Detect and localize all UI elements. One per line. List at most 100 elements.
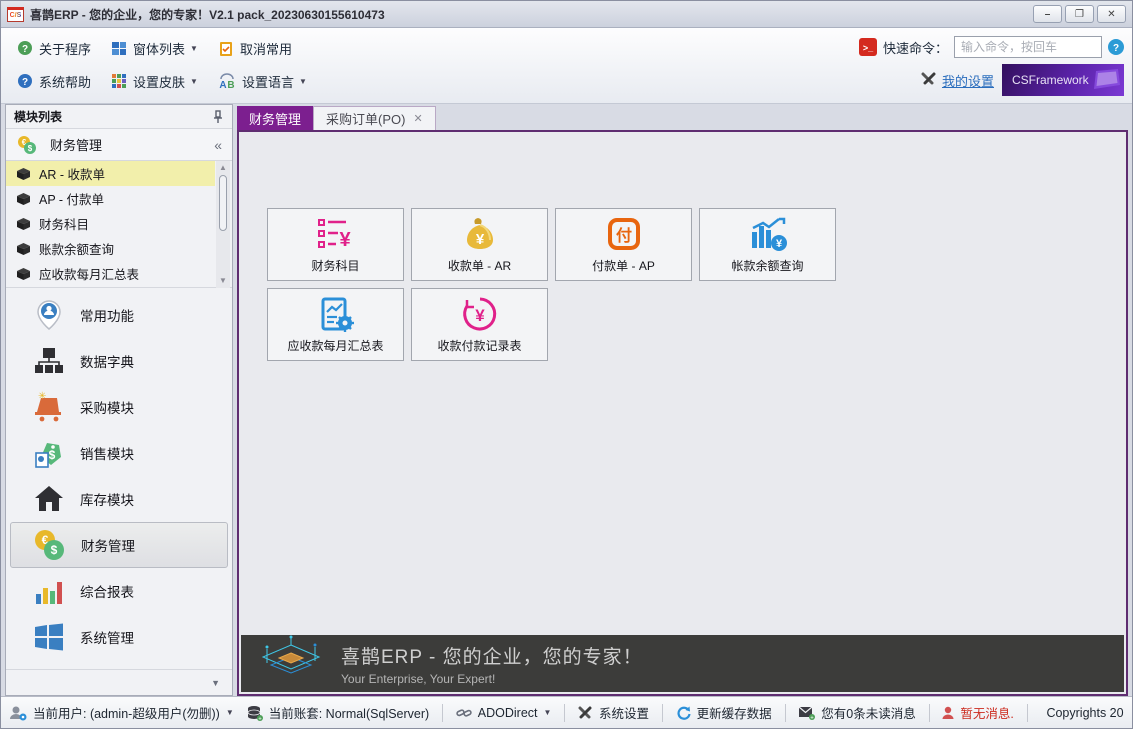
unread-messages[interactable]: + 您有0条未读消息 xyxy=(798,703,915,722)
my-settings-link[interactable]: 我的设置 xyxy=(921,71,994,90)
window-title: 喜鹊ERP - 您的企业，您的专家！V2.1 pack_202306301556… xyxy=(30,6,1030,23)
mail-icon: + xyxy=(798,706,815,720)
cube-icon xyxy=(16,192,31,206)
status-bar: 当前用户: (admin-超级用户(勿删))▼ + 当前账套: Normal(S… xyxy=(1,696,1132,728)
tab-strip: 财务管理 采购订单(PO) ✕ xyxy=(237,104,1128,130)
pay-square-icon: 付 xyxy=(606,216,642,252)
svg-text:A: A xyxy=(219,80,226,90)
tab-purchase-order[interactable]: 采购订单(PO) ✕ xyxy=(313,106,436,130)
sidebar-item-reports[interactable]: 综合报表 xyxy=(10,568,228,614)
module-item-ar[interactable]: AR - 收款单 xyxy=(6,161,215,186)
sidebar-item-inventory[interactable]: 库存模块 xyxy=(10,476,228,522)
skin-icon xyxy=(111,73,128,90)
current-account[interactable]: + 当前账套: Normal(SqlServer) xyxy=(247,703,429,722)
help-circle-icon[interactable]: ? xyxy=(1108,39,1124,55)
svg-text:+: + xyxy=(258,716,262,721)
tile-balance-query[interactable]: ¥ 帐款余额查询 xyxy=(699,208,836,281)
refresh-icon xyxy=(676,705,691,720)
user-gear-icon xyxy=(9,705,27,721)
tile-receipt-ar[interactable]: ¥ 收款单 - AR xyxy=(411,208,548,281)
minimize-button[interactable]: – xyxy=(1033,5,1062,23)
pin-user-icon xyxy=(34,299,64,331)
tile-payment-records[interactable]: ¥ 收款付款记录表 xyxy=(411,288,548,361)
set-language-button[interactable]: AB 设置语言▼ xyxy=(210,68,315,95)
svg-text:¥: ¥ xyxy=(475,306,485,325)
terminal-icon: >_ xyxy=(859,38,877,56)
current-user[interactable]: 当前用户: (admin-超级用户(勿删))▼ xyxy=(9,703,234,722)
module-list-scrollbar[interactable]: ▲ ▼ xyxy=(216,161,230,288)
svg-text:?: ? xyxy=(1113,43,1119,54)
sidebar-item-purchase[interactable]: ✳ 采购模块 xyxy=(10,384,228,430)
tools-icon xyxy=(921,72,937,88)
brand-banner: 喜鹊ERP - 您的企业，您的专家！ Your Enterprise, Your… xyxy=(241,635,1124,692)
main-area: 财务管理 采购订单(PO) ✕ ¥ 财务科目 ¥ 收款单 - AR xyxy=(237,104,1128,696)
pin-icon[interactable] xyxy=(212,110,224,124)
title-bar: C/S 喜鹊ERP - 您的企业，您的专家！V2.1 pack_20230630… xyxy=(1,1,1132,28)
coins-icon: €$ xyxy=(33,529,67,561)
collapse-button[interactable]: « xyxy=(214,137,222,153)
svg-text:✳: ✳ xyxy=(38,391,46,402)
tools-icon xyxy=(578,706,593,720)
about-button[interactable]: ? 关于程序 xyxy=(9,35,99,62)
svg-text:>_: >_ xyxy=(863,43,874,53)
link-icon xyxy=(456,706,472,720)
tile-monthly-summary[interactable]: 应收款每月汇总表 xyxy=(267,288,404,361)
cube-icon xyxy=(16,167,31,181)
close-button[interactable]: ✕ xyxy=(1097,5,1126,23)
copyright: Copyrights 2006-202 xyxy=(1040,706,1124,720)
sidebar-overflow[interactable]: ▼ xyxy=(6,669,232,695)
laptop-icon xyxy=(1088,67,1122,93)
system-help-button[interactable]: ? 系统帮助 xyxy=(9,68,99,95)
svg-text:$: $ xyxy=(49,448,56,462)
module-item-ap[interactable]: AP - 付款单 xyxy=(6,186,215,211)
cube-icon xyxy=(16,217,31,231)
money-bag-icon: ¥ xyxy=(461,216,499,252)
person-red-icon xyxy=(942,706,954,720)
svg-text:¥: ¥ xyxy=(339,229,351,251)
cart-icon: ✳ xyxy=(33,391,65,423)
window-list-button[interactable]: 窗体列表▼ xyxy=(103,35,206,62)
quick-command-input[interactable] xyxy=(954,36,1102,58)
close-tab-icon[interactable]: ✕ xyxy=(413,112,422,125)
tile-grid: ¥ 财务科目 ¥ 收款单 - AR 付 付款单 - AP ¥ 帐款余额查询 xyxy=(267,208,867,361)
toolbar: ? 关于程序 窗体列表▼ 取消常用 ? 系统帮助 设置皮肤▼ AB xyxy=(1,28,1132,104)
report-gear-icon xyxy=(317,296,355,332)
tile-payment-ap[interactable]: 付 付款单 - AP xyxy=(555,208,692,281)
maximize-button[interactable]: ❐ xyxy=(1065,5,1094,23)
list-yen-icon: ¥ xyxy=(316,217,356,251)
refresh-cache[interactable]: 更新缓存数据 xyxy=(676,703,772,722)
banner-title: 喜鹊ERP - 您的企业，您的专家！ xyxy=(341,642,643,669)
cancel-favorite-button[interactable]: 取消常用 xyxy=(210,35,300,62)
svg-text:?: ? xyxy=(22,44,28,55)
cube-icon xyxy=(16,242,31,256)
csframework-banner[interactable]: CSFramework xyxy=(1002,64,1124,96)
window-list-icon xyxy=(111,40,128,57)
tab-finance[interactable]: 财务管理 xyxy=(237,106,313,130)
org-chart-icon xyxy=(33,346,65,376)
svg-text:¥: ¥ xyxy=(775,238,782,250)
scrollbar-thumb[interactable] xyxy=(219,175,227,231)
tile-finance-accounts[interactable]: ¥ 财务科目 xyxy=(267,208,404,281)
sidebar-item-system[interactable]: 系统管理 xyxy=(10,614,228,660)
bar-chart-icon xyxy=(34,576,64,606)
sidebar-item-finance[interactable]: €$ 财务管理 xyxy=(10,522,228,568)
sidebar-section-finance: €$ 财务管理 « xyxy=(6,129,232,161)
sidebar-item-common[interactable]: 常用功能 xyxy=(10,292,228,338)
module-item-accounts[interactable]: 财务科目 xyxy=(6,211,215,236)
no-message-status[interactable]: 暂无消息. xyxy=(942,703,1013,722)
banner-subtitle: Your Enterprise, Your Expert! xyxy=(341,672,643,686)
connection-mode[interactable]: ADODirect▼ xyxy=(456,706,552,720)
module-item-balance-query[interactable]: 账款余额查询 xyxy=(6,236,215,261)
svg-text:付: 付 xyxy=(615,226,631,245)
module-item-monthly-summary[interactable]: 应收款每月汇总表 xyxy=(6,261,215,286)
app-logo-icon: C/S xyxy=(7,7,24,22)
set-skin-button[interactable]: 设置皮肤▼ xyxy=(103,68,206,95)
sidebar-item-dictionary[interactable]: 数据字典 xyxy=(10,338,228,384)
sidebar-item-sales[interactable]: $ 销售模块 xyxy=(10,430,228,476)
windows-icon xyxy=(34,623,64,651)
language-icon: AB xyxy=(218,73,237,90)
system-settings[interactable]: 系统设置 xyxy=(578,703,649,722)
svg-text:B: B xyxy=(227,80,234,90)
house-icon xyxy=(33,484,65,514)
cube-icon xyxy=(16,267,31,281)
